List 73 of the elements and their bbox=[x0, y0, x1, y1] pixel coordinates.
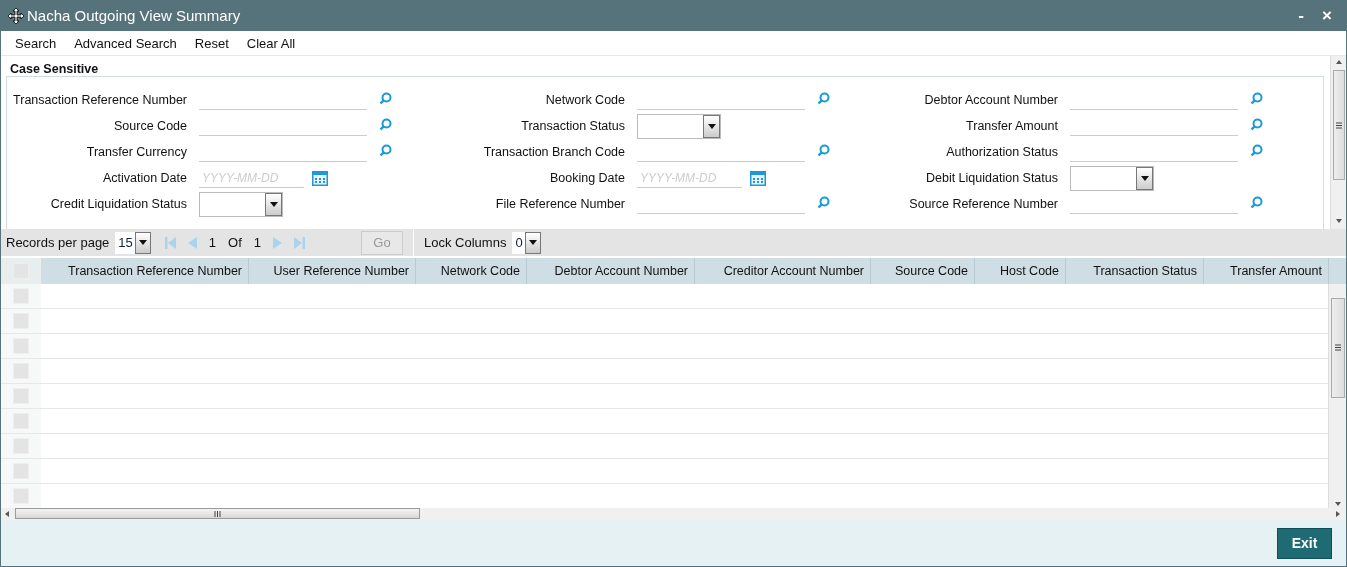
lock-columns-label: Lock Columns bbox=[424, 235, 507, 250]
search-icon[interactable] bbox=[1250, 196, 1263, 209]
column-header[interactable]: User Reference Number bbox=[249, 258, 416, 284]
search-icon[interactable] bbox=[817, 196, 830, 209]
vertical-scrollbar[interactable] bbox=[1330, 56, 1346, 229]
next-page-icon[interactable] bbox=[273, 236, 282, 249]
column-header[interactable]: Debtor Account Number bbox=[527, 258, 695, 284]
column-header[interactable]: Source Code bbox=[871, 258, 975, 284]
search-icon[interactable] bbox=[1250, 92, 1263, 105]
previous-page-icon[interactable] bbox=[187, 236, 197, 249]
scroll-arrow-icon[interactable] bbox=[1335, 60, 1342, 66]
field-label: File Reference Number bbox=[494, 197, 625, 211]
first-page-icon[interactable] bbox=[164, 236, 176, 249]
page-total: 1 bbox=[253, 235, 261, 250]
field-label: Debtor Account Number bbox=[923, 93, 1058, 107]
records-label: Records per page bbox=[6, 235, 110, 250]
search-icon[interactable] bbox=[1250, 144, 1263, 157]
search-icon[interactable] bbox=[379, 118, 392, 131]
grip-icon bbox=[1335, 121, 1342, 129]
column-header[interactable]: Transaction Status bbox=[1066, 258, 1204, 284]
column-header[interactable]: Network Code bbox=[416, 258, 527, 284]
exit-button[interactable]: Exit bbox=[1277, 527, 1332, 559]
field-label: Source Reference Number bbox=[908, 197, 1058, 211]
search-icon[interactable] bbox=[817, 92, 830, 105]
last-page-icon[interactable] bbox=[294, 236, 305, 249]
field-label: Activation Date bbox=[101, 171, 187, 185]
field-label: Transaction Reference Number bbox=[12, 93, 187, 107]
search-icon[interactable] bbox=[379, 144, 392, 157]
field-label: Credit Liquidation Status bbox=[49, 197, 187, 211]
toolbar-button[interactable]: Advanced Search bbox=[65, 35, 186, 51]
search-icon[interactable] bbox=[817, 144, 830, 157]
calendar-icon[interactable] bbox=[312, 170, 328, 186]
caret-icon bbox=[138, 240, 147, 245]
grip-icon bbox=[214, 510, 221, 517]
toolbar-button[interactable]: Reset bbox=[185, 35, 238, 51]
close-button[interactable]: × bbox=[1314, 5, 1340, 26]
move-cursor-icon bbox=[7, 6, 25, 25]
horizontal-scrollbar[interactable] bbox=[1, 507, 1346, 520]
window-title: Nacha Outgoing View Summary bbox=[27, 7, 242, 24]
search-icon[interactable] bbox=[1250, 118, 1263, 131]
field-label: Transfer Amount bbox=[965, 119, 1058, 133]
column-header[interactable]: Transaction Reference Number bbox=[41, 258, 249, 284]
lock-columns-dropdown[interactable]: 0 bbox=[512, 231, 541, 254]
field-label: Authorization Status bbox=[945, 145, 1058, 159]
dropdown[interactable] bbox=[1070, 165, 1154, 191]
vertical-scrollbar[interactable] bbox=[1328, 283, 1346, 508]
field-label: Debit Liquidation Status bbox=[924, 171, 1058, 185]
scroll-arrow-icon[interactable] bbox=[5, 510, 11, 517]
minimize-button[interactable]: - bbox=[1288, 5, 1314, 26]
field-label: Transfer Currency bbox=[85, 145, 187, 159]
caret-icon bbox=[707, 123, 716, 129]
toolbar-button[interactable]: Clear All bbox=[237, 35, 305, 51]
caret-icon bbox=[528, 240, 537, 245]
page-number: 1 bbox=[208, 235, 217, 250]
scroll-arrow-icon[interactable] bbox=[1335, 219, 1342, 225]
field-label: Transaction Branch Code bbox=[482, 145, 625, 159]
calendar-icon[interactable] bbox=[750, 170, 766, 186]
records-dropdown[interactable]: 15 bbox=[115, 231, 151, 254]
toolbar-button[interactable]: Search bbox=[6, 35, 66, 51]
field-label: Source Code bbox=[113, 119, 187, 133]
field-label: Network Code bbox=[544, 93, 625, 107]
field-label: Booking Date bbox=[548, 171, 625, 185]
page-of-label: Of bbox=[228, 235, 242, 250]
dropdown[interactable] bbox=[637, 113, 721, 139]
column-header[interactable]: Transfer Amount bbox=[1204, 258, 1329, 284]
grip-icon bbox=[1334, 344, 1341, 352]
column-header[interactable]: Creditor Account Number bbox=[695, 258, 871, 284]
caret-icon bbox=[1140, 175, 1149, 181]
caret-icon bbox=[269, 201, 278, 207]
column-header[interactable]: Host Code bbox=[975, 258, 1066, 284]
dropdown[interactable] bbox=[199, 191, 283, 217]
field-label: Transaction Status bbox=[520, 119, 625, 133]
search-icon[interactable] bbox=[379, 92, 392, 105]
